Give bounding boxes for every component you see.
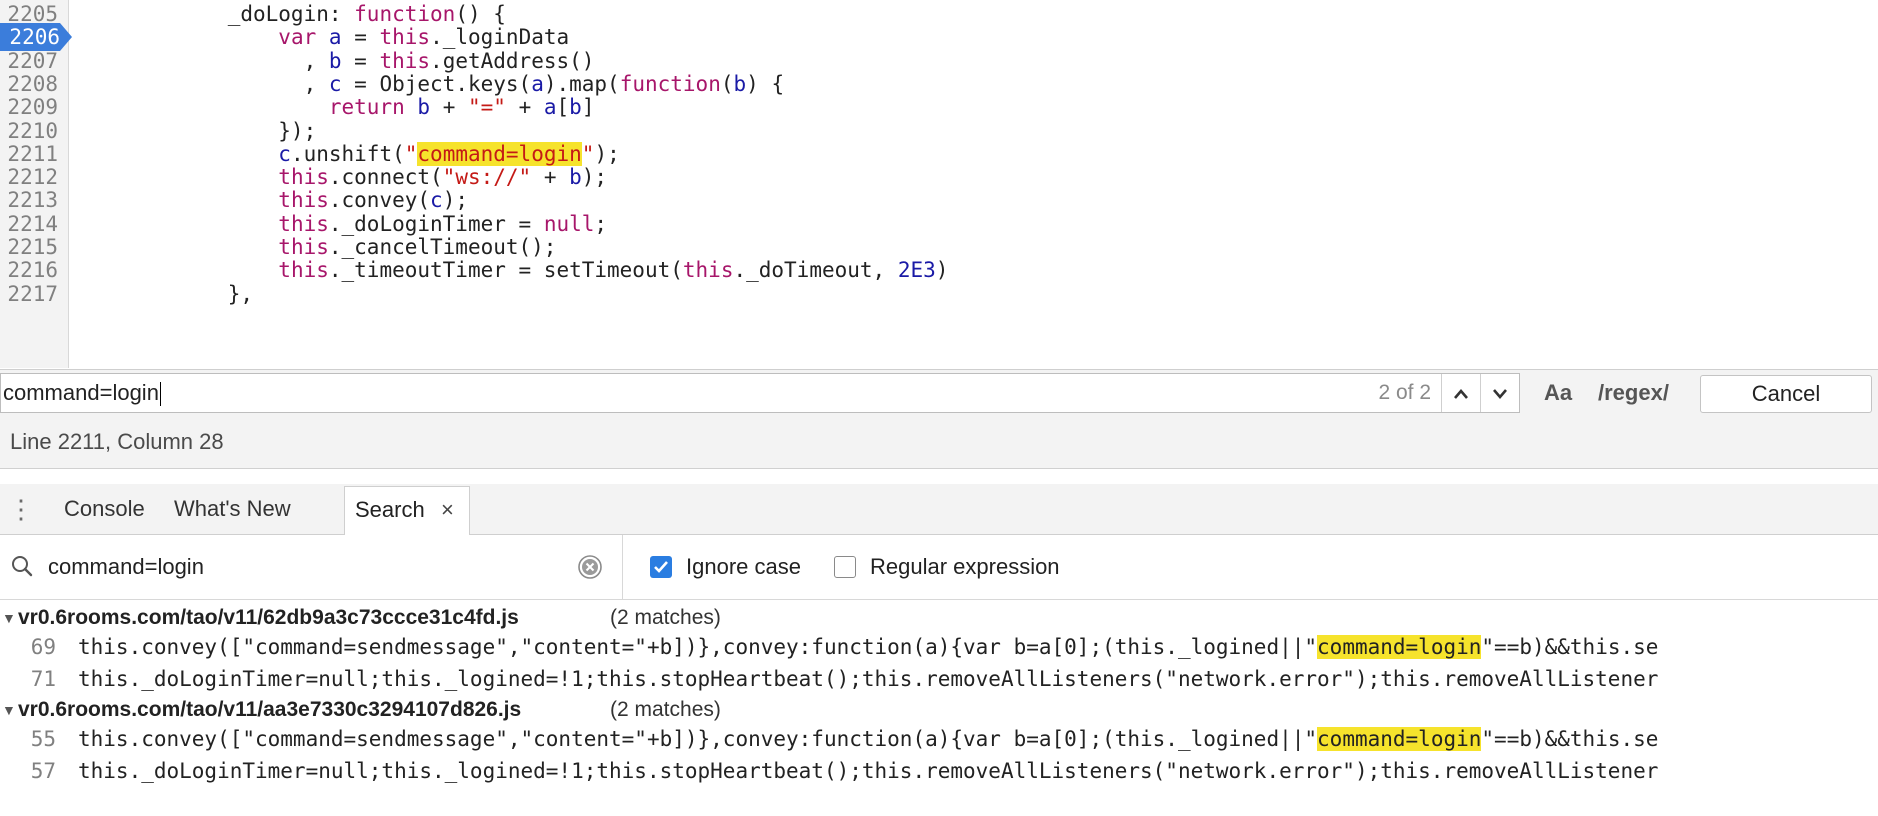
result-text-before: this._doLoginTimer=null;this._logined=!1… xyxy=(78,667,1659,691)
cancel-button[interactable]: Cancel xyxy=(1700,375,1872,413)
regex-toggle[interactable]: /regex/ xyxy=(1598,370,1669,416)
result-line-number: 57 xyxy=(30,759,56,783)
result-text-after: "==b)&&this.se xyxy=(1481,635,1659,659)
status-bar: Line 2211, Column 28 xyxy=(0,416,1878,469)
result-line-text[interactable]: this.convey(["command=sendmessage","cont… xyxy=(78,632,1658,662)
result-line-text[interactable]: this._doLoginTimer=null;this._logined=!1… xyxy=(78,664,1658,694)
result-text-after: "==b)&&this.se xyxy=(1481,727,1659,751)
find-previous-button[interactable] xyxy=(1441,374,1480,412)
code-line[interactable]: 2217 }, xyxy=(0,280,1878,308)
result-line-text[interactable]: this.convey(["command=sendmessage","cont… xyxy=(78,724,1658,754)
search-box[interactable]: command=login xyxy=(0,535,623,599)
find-match-count: 2 of 2 xyxy=(1378,381,1431,404)
result-line[interactable]: 71 this._doLoginTimer=null;this._logined=… xyxy=(0,664,1878,694)
regular-expression-label[interactable]: Regular expression xyxy=(870,535,1060,599)
triangle-down-icon[interactable]: ▼ xyxy=(2,696,16,724)
line-number[interactable]: 2217 xyxy=(0,280,58,308)
code-editor[interactable]: 2205 _doLogin: function() {2206 var a = … xyxy=(0,0,1878,368)
search-highlight: command=login xyxy=(1317,635,1482,659)
tab-console[interactable]: Console xyxy=(64,484,145,534)
find-next-button[interactable] xyxy=(1480,374,1519,412)
search-input[interactable]: command=login xyxy=(48,535,204,599)
triangle-down-icon[interactable]: ▼ xyxy=(2,604,16,632)
checkmark-icon xyxy=(654,561,668,573)
result-line-number: 71 xyxy=(30,667,56,691)
result-text-before: this._doLoginTimer=null;this._logined=!1… xyxy=(78,759,1659,783)
find-input[interactable]: command=login xyxy=(3,374,1353,412)
tab-whats-new[interactable]: What's New xyxy=(174,484,291,534)
ignore-case-label[interactable]: Ignore case xyxy=(686,535,801,599)
result-file-row[interactable]: ▼ vr0.6rooms.com/tao/v11/62db9a3c73ccce31… xyxy=(0,604,1878,632)
find-input-box[interactable]: command=login 2 of 2 xyxy=(0,373,1520,413)
find-bar: command=login 2 of 2 Aa /regex/ Cancel xyxy=(0,369,1878,417)
search-results: ▼ vr0.6rooms.com/tao/v11/62db9a3c73ccce31… xyxy=(0,600,1878,816)
close-icon[interactable]: × xyxy=(441,487,454,533)
result-text-before: this.convey(["command=sendmessage","cont… xyxy=(78,635,1318,659)
more-vertical-icon[interactable]: ⋮ xyxy=(8,484,34,534)
chevron-up-icon xyxy=(1454,388,1468,399)
result-match-count: (2 matches) xyxy=(610,698,721,721)
result-file-name[interactable]: vr0.6rooms.com/tao/v11/aa3e7330c3294107d… xyxy=(18,696,521,724)
code-text[interactable]: }, xyxy=(76,280,253,308)
chevron-down-icon xyxy=(1493,388,1507,399)
result-match-count: (2 matches) xyxy=(610,606,721,629)
tab-search[interactable]: Search × xyxy=(344,486,470,535)
regular-expression-checkbox[interactable] xyxy=(834,556,856,578)
result-line-text[interactable]: this._doLoginTimer=null;this._logined=!1… xyxy=(78,756,1658,786)
search-panel: command=login Ignore case Regular expres… xyxy=(0,535,1878,600)
result-file-row[interactable]: ▼ vr0.6rooms.com/tao/v11/aa3e7330c3294107… xyxy=(0,696,1878,724)
drawer-tab-bar: ⋮ Console What's New Search × xyxy=(0,484,1878,535)
result-line[interactable]: 69 this.convey(["command=sendmessage","co… xyxy=(0,632,1878,662)
result-line-number: 69 xyxy=(30,635,56,659)
search-highlight: command=login xyxy=(1317,727,1482,751)
tab-search-label: Search xyxy=(355,497,425,522)
search-icon xyxy=(12,556,33,577)
result-text-before: this.convey(["command=sendmessage","cont… xyxy=(78,727,1318,751)
ignore-case-checkbox[interactable] xyxy=(650,556,672,578)
result-line[interactable]: 55 this.convey(["command=sendmessage","co… xyxy=(0,724,1878,754)
match-case-toggle[interactable]: Aa xyxy=(1544,370,1572,416)
result-line[interactable]: 57 this._doLoginTimer=null;this._logined=… xyxy=(0,756,1878,786)
cursor-position: Line 2211, Column 28 xyxy=(10,429,224,454)
clear-icon[interactable] xyxy=(578,555,602,579)
code-token: }, xyxy=(76,281,254,306)
result-line-number: 55 xyxy=(30,727,56,751)
result-file-name[interactable]: vr0.6rooms.com/tao/v11/62db9a3c73ccce31c… xyxy=(18,604,519,632)
